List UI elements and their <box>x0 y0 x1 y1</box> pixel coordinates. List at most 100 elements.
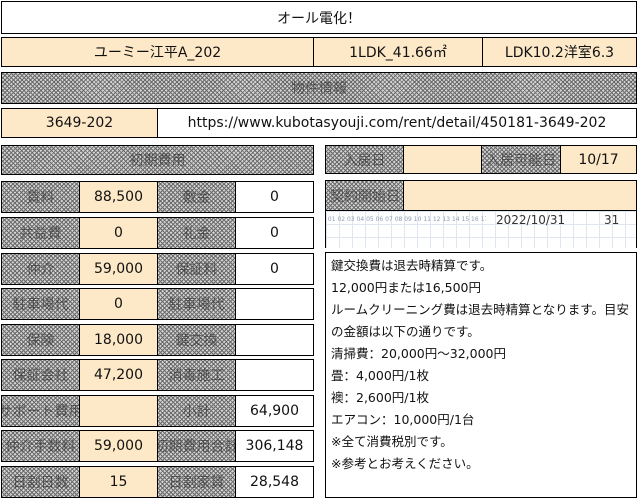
cost-value[interactable]: 64,900 <box>250 403 299 419</box>
cost-value[interactable]: 0 <box>270 225 279 241</box>
cost-label: 共益費 <box>19 226 62 242</box>
cost-label: 鍵交換 <box>175 333 218 349</box>
cost-label-cell: 保険 <box>1 324 80 356</box>
cost-value-cell[interactable] <box>79 395 158 427</box>
property-name-cell: ユーミー江平A_202 <box>1 37 314 67</box>
cost-label-cell: 駐車場代 <box>157 288 236 320</box>
contract-value[interactable]: 10/17 <box>578 152 618 168</box>
cost-value-cell[interactable]: 64,900 <box>235 395 314 427</box>
cost-label-cell: 鍵交換 <box>157 324 236 356</box>
note-line: 襖：2,600円/1枚 <box>331 390 429 405</box>
cost-label: 保証会社 <box>12 368 69 384</box>
property-layout-cell: LDK10.2洋室6.3 <box>482 37 637 67</box>
listing-url-cell[interactable]: https://www.kubotasyouji.com/rent/detail… <box>157 108 637 138</box>
cost-label-cell: 日割家賃 <box>157 466 236 498</box>
note-line: ※全て消費税別です。 <box>331 434 453 449</box>
calendar-strip: 01 02 03 04 05 06 07 08 09 10 11 12 13 1… <box>325 211 637 248</box>
cost-label-cell: 駐車場代 <box>1 288 80 320</box>
note-line: ※参考とお考えください。 <box>331 456 479 471</box>
cost-label-cell: 初期費用合計 <box>157 430 236 462</box>
cost-value-cell[interactable]: 59,000 <box>79 253 158 285</box>
cost-label-cell: 保証会社 <box>1 359 80 391</box>
cost-label: サポート費用 <box>1 404 80 420</box>
contract-label: 入居可能日 <box>486 152 556 169</box>
cost-value-cell[interactable]: 28,548 <box>235 466 314 498</box>
property-size: 1LDK_41.66㎡ <box>349 45 447 61</box>
cost-label: 仲介 <box>26 262 55 278</box>
cost-label-cell: 保証料 <box>157 253 236 285</box>
note-line: 鍵交換費は退去時精算です。 <box>331 258 493 273</box>
cost-value-cell[interactable]: 47,200 <box>79 359 158 391</box>
cost-value[interactable]: 0 <box>114 225 123 241</box>
cost-value[interactable]: 88,500 <box>94 189 143 205</box>
cost-label-cell: 賃料 <box>1 181 80 213</box>
contract-label-cell: 入居可能日 <box>481 145 561 174</box>
cost-value-cell[interactable]: 18,000 <box>79 324 158 356</box>
cost-value[interactable]: 0 <box>270 261 279 277</box>
cost-label-cell: 仲介 <box>1 253 80 285</box>
cost-label: 仲介手数料 <box>5 439 76 455</box>
cost-label: 消毒施工 <box>168 368 225 384</box>
cost-value-cell[interactable]: 0 <box>79 217 158 249</box>
move-in-value-cell[interactable] <box>403 145 482 174</box>
cost-value-cell[interactable] <box>235 324 314 356</box>
listing-url-link[interactable]: https://www.kubotasyouji.com/rent/detail… <box>188 115 607 131</box>
cost-label: 小計 <box>182 404 211 420</box>
cost-label-cell: 小計 <box>157 395 236 427</box>
calendar-days: 31 <box>604 213 620 227</box>
start-value-cell[interactable] <box>403 180 637 211</box>
cost-value-cell[interactable]: 0 <box>79 288 158 320</box>
cost-label: 駐車場代 <box>168 297 225 313</box>
property-name: ユーミー江平A_202 <box>93 45 222 61</box>
note-line: 清掃費：20,000円～32,000円 <box>331 346 506 361</box>
cost-value[interactable]: 47,200 <box>94 367 143 383</box>
cost-value-cell[interactable] <box>235 288 314 320</box>
cost-value-cell[interactable]: 88,500 <box>79 181 158 213</box>
cost-value-cell[interactable]: 0 <box>235 181 314 213</box>
move-in-label-cell: 入居日 <box>325 145 404 174</box>
listing-code-cell: 3649-202 <box>1 108 158 138</box>
cost-label-cell: サポート費用 <box>1 395 80 427</box>
calendar-date: 2022/10/31 <box>496 213 566 227</box>
cost-value[interactable]: 59,000 <box>94 438 143 454</box>
section-band: 物件情報 <box>1 72 637 104</box>
cost-value-cell[interactable] <box>235 359 314 391</box>
cost-value[interactable]: 0 <box>114 296 123 312</box>
cost-label: 保険 <box>26 333 55 349</box>
cost-label: 賃料 <box>26 190 55 206</box>
cost-value-cell[interactable]: 0 <box>235 217 314 249</box>
cost-value[interactable]: 18,000 <box>94 332 143 348</box>
cost-value[interactable]: 0 <box>270 189 279 205</box>
note-line: ルームクリーニング費は退去時精算となります。目安の金額は以下の通りです。 <box>331 302 630 339</box>
cost-value-cell[interactable]: 306,148 <box>235 430 314 462</box>
cost-value-cell[interactable]: 59,000 <box>79 430 158 462</box>
cost-label-cell: 敷金 <box>157 181 236 213</box>
cost-label: 敷金 <box>182 190 211 206</box>
cost-value[interactable]: 28,548 <box>250 474 299 490</box>
section-band-label: 物件情報 <box>291 81 347 97</box>
cost-label-cell: 消毒施工 <box>157 359 236 391</box>
cost-value[interactable]: 59,000 <box>94 261 143 277</box>
property-layout: LDK10.2洋室6.3 <box>504 45 615 61</box>
move-in-label: 入居日 <box>343 152 386 169</box>
cost-label: 初期費用合計 <box>157 439 236 455</box>
contract-value-cell[interactable]: 10/17 <box>560 145 637 174</box>
cost-label: 日割日数 <box>12 475 69 491</box>
cost-value-cell[interactable]: 15 <box>79 466 158 498</box>
page-title-cell: オール電化！ <box>1 1 637 34</box>
cost-label: 駐車場代 <box>12 297 69 313</box>
cost-label-cell: 共益費 <box>1 217 80 249</box>
costs-header: 初期費用 <box>1 145 314 175</box>
start-label: 契約開始日 <box>330 188 400 205</box>
property-size-cell: 1LDK_41.66㎡ <box>313 37 483 67</box>
calendar-day-ticks: 01 02 03 04 05 06 07 08 09 10 11 12 13 1… <box>327 216 486 223</box>
cost-value[interactable]: 306,148 <box>246 438 304 454</box>
note-line: エアコン：10,000円/1台 <box>331 412 475 427</box>
cost-value[interactable]: 15 <box>110 474 128 490</box>
cost-label: 日割家賃 <box>168 475 225 491</box>
cost-value-cell[interactable]: 0 <box>235 253 314 285</box>
page-title: オール電化！ <box>277 10 361 27</box>
cost-label-cell: 仲介手数料 <box>1 430 80 462</box>
cost-label: 保証料 <box>175 262 218 278</box>
costs-header-label: 初期費用 <box>129 153 186 169</box>
